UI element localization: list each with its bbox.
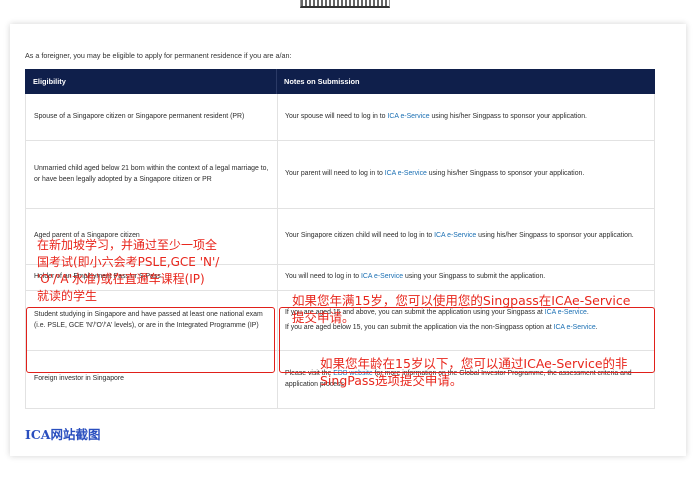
notes-cell: Your Singapore citizen child will need t… [285, 232, 634, 240]
notes-cell: Your parent will need to log in to ICA e… [285, 170, 585, 178]
notes-cell: Your spouse will need to log in to ICA e… [285, 112, 587, 120]
ica-eservice-link[interactable]: ICA e-Service [387, 113, 429, 120]
eligibility-cell: Spouse of a Singapore citizen or Singapo… [26, 94, 278, 140]
eligibility-cell: Unmarried child aged below 21 born withi… [26, 141, 278, 208]
table-row: Spouse of a Singapore citizen or Singapo… [25, 94, 655, 141]
table-row: Unmarried child aged below 21 born withi… [25, 141, 655, 209]
ica-eservice-link[interactable]: ICA e-Service [385, 170, 427, 177]
screenshot-caption: ICA网站截图 [25, 427, 101, 442]
table-header: Eligibility Notes on Submission [25, 69, 655, 94]
highlight-box-eligibility [26, 307, 275, 373]
intro-text: As a foreigner, you may be eligible to a… [25, 51, 292, 60]
header-eligibility: Eligibility [25, 69, 277, 94]
top-decoration [300, 0, 390, 8]
header-notes: Notes on Submission [284, 77, 360, 86]
ica-eservice-link[interactable]: ICA e-Service [434, 232, 476, 239]
notes-cell: You will need to log in to ICA e-Service… [285, 273, 546, 281]
annotation-above-15: 如果您年满15岁，您可以使用您的Singpass在ICAe-Service 提交… [292, 293, 631, 325]
annotation-below-15: 如果您年龄在15岁以下，您可以通过ICAe-Service的非 SingPass… [320, 356, 628, 388]
annotation-student: 在新加坡学习，并通过至少一项全 国考试(即小六会考PSLE,GCE 'N'/ '… [37, 238, 220, 303]
ica-eservice-link[interactable]: ICA e-Service [361, 273, 403, 280]
